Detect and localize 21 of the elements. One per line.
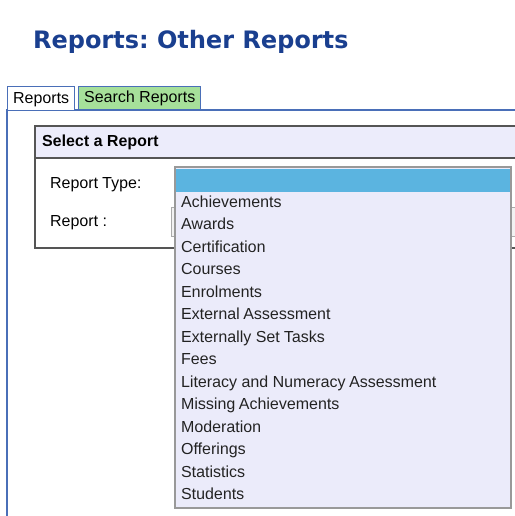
panel-header: Select a Report <box>36 127 515 159</box>
dropdown-option[interactable]: Courses <box>176 259 510 282</box>
dropdown-option[interactable]: Fees <box>176 349 510 372</box>
tab[interactable]: Search Reports <box>78 86 202 109</box>
field-label: Report : <box>50 213 108 231</box>
dropdown-option[interactable]: Literacy and Numeracy Assessment <box>176 372 510 394</box>
page-title: Reports: Other Reports <box>32 25 350 56</box>
dropdown-option[interactable]: Certification <box>176 236 510 259</box>
tab[interactable]: Reports <box>7 86 76 110</box>
dropdown-option[interactable]: Externally Set Tasks <box>176 326 510 349</box>
dropdown-option[interactable]: Moderation <box>176 416 510 439</box>
dropdown-option[interactable]: Offerings <box>176 439 510 462</box>
dropdown-option[interactable]: Missing Achievements <box>176 394 510 416</box>
field-label: Report Type: <box>50 175 142 193</box>
dropdown-option[interactable]: Statistics <box>176 462 510 484</box>
dropdown-option[interactable]: External Assessment <box>176 304 510 326</box>
dropdown-option[interactable]: Awards <box>176 214 510 236</box>
dropdown-option[interactable]: Achievements <box>176 192 510 214</box>
dropdown-option[interactable]: Students <box>176 484 510 506</box>
dropdown-option[interactable]: Enrolments <box>176 282 510 304</box>
dropdown-option[interactable] <box>176 169 510 192</box>
